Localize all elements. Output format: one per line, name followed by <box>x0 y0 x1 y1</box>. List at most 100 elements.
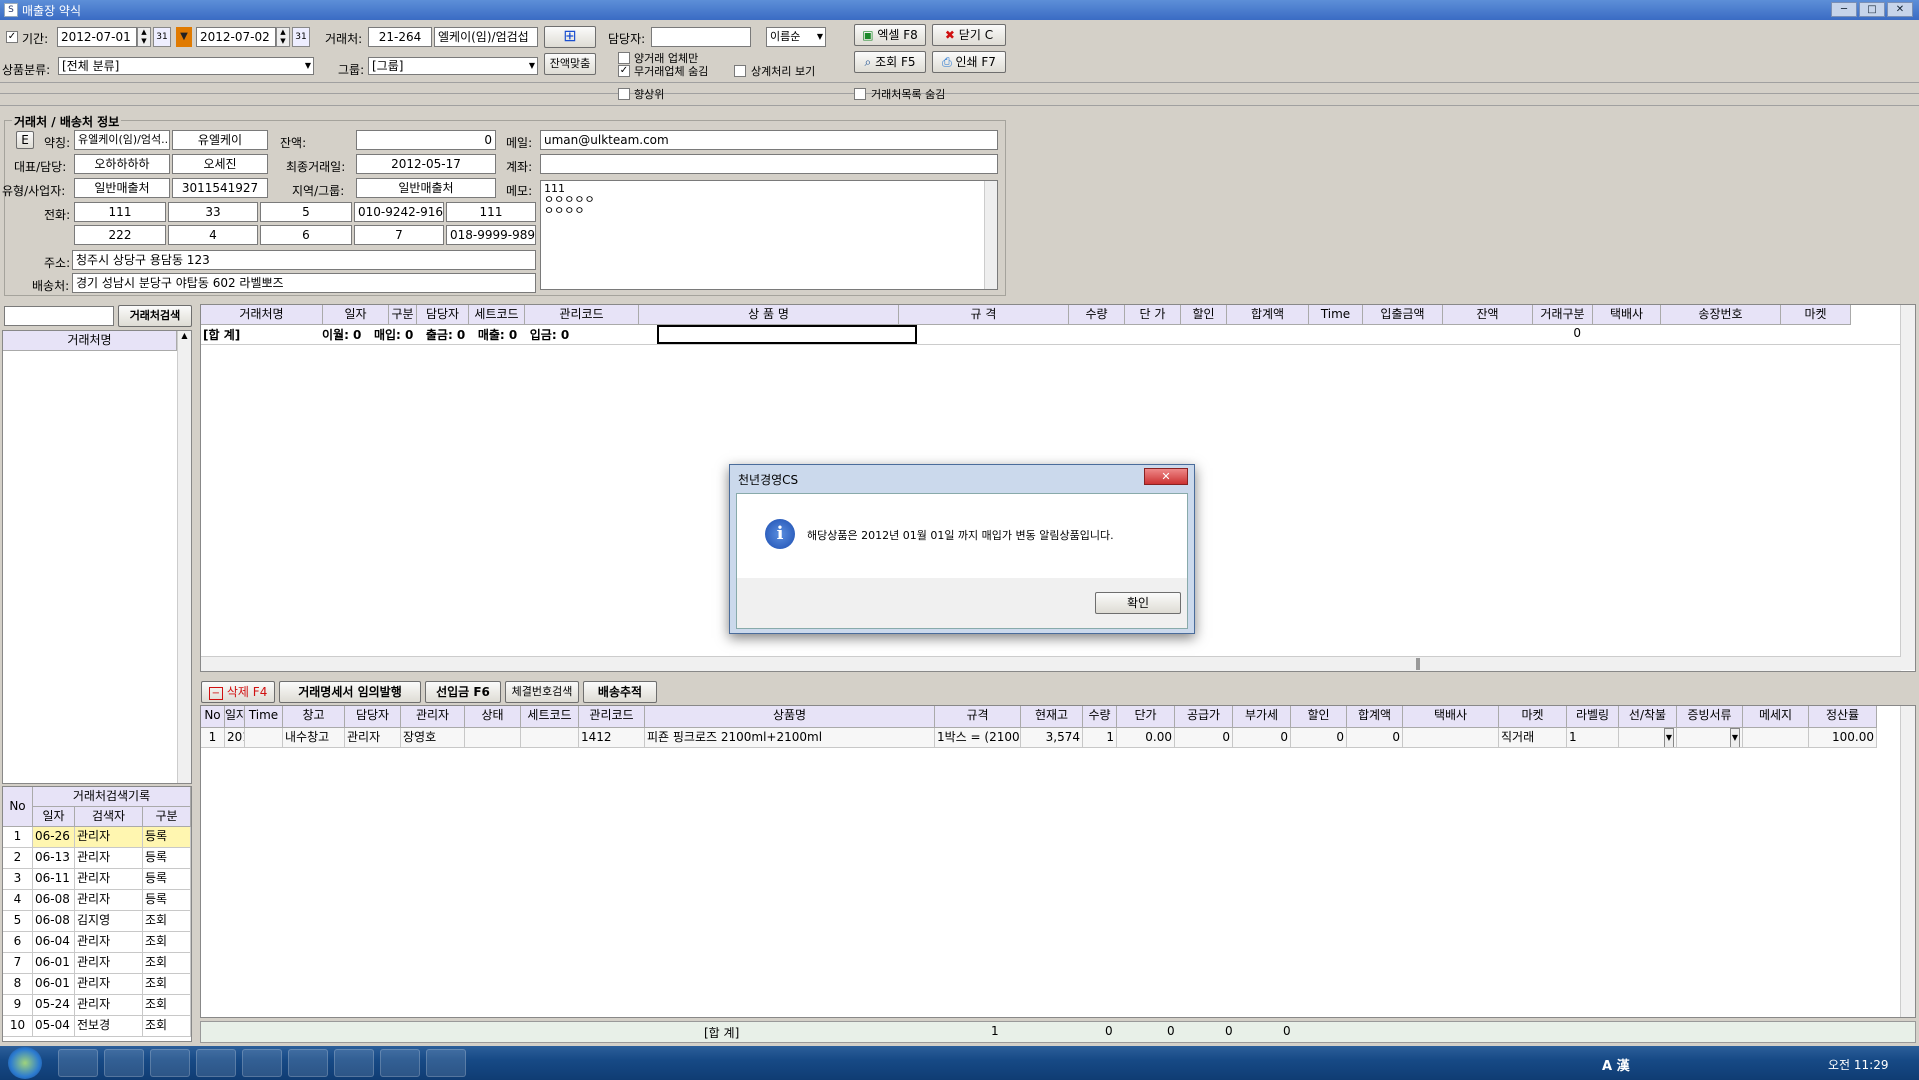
sales-col-header[interactable]: 거래구분 <box>1533 305 1593 325</box>
paint-icon[interactable] <box>426 1049 466 1077</box>
sales-col-header[interactable]: 마켓 <box>1781 305 1851 325</box>
detail-col-header[interactable]: 일자 <box>225 706 245 728</box>
detail-col-header[interactable]: 상태 <box>465 706 521 728</box>
date-from-input[interactable]: 2012-07-01 <box>57 27 137 47</box>
detail-col-header[interactable]: 관리코드 <box>579 706 645 728</box>
close-button[interactable]: ✖ 닫기 C <box>932 24 1006 46</box>
history-row[interactable]: 8 06-01 관리자 조회 <box>3 974 191 995</box>
detail-cell[interactable] <box>245 728 283 748</box>
detail-col-header[interactable]: No <box>201 706 225 728</box>
client-code-input[interactable]: 21-264 <box>368 27 432 47</box>
balance-fit-button[interactable]: 잔액맞춤 <box>544 53 596 75</box>
sales-grid-hscroll[interactable] <box>201 656 1901 671</box>
detail-cell[interactable]: 0 <box>1233 728 1291 748</box>
detail-col-header[interactable]: 합계액 <box>1347 706 1403 728</box>
detail-cell[interactable]: 0 <box>1347 728 1403 748</box>
phone-field[interactable]: 33 <box>168 202 258 222</box>
detail-cell[interactable]: 1박스 = (2100 <box>935 728 1021 748</box>
email-input[interactable]: uman@ulkteam.com <box>540 130 998 150</box>
detail-cell[interactable]: 1412 <box>579 728 645 748</box>
computer-icon[interactable] <box>150 1049 190 1077</box>
client-list-scrollbar[interactable]: ▲ <box>177 331 191 783</box>
detail-col-header[interactable]: Time <box>245 706 283 728</box>
detail-cell[interactable]: 0.00 <box>1117 728 1175 748</box>
sales-col-header[interactable]: 입출금액 <box>1363 305 1443 325</box>
memo-textarea[interactable]: 111 ㅇㅇㅇㅇㅇ ㅇㅇㅇㅇ <box>540 180 998 290</box>
history-row[interactable]: 3 06-11 관리자 등록 <box>3 869 191 890</box>
history-row[interactable]: 1 06-26 관리자 등록 <box>3 827 191 848</box>
history-row[interactable]: 7 06-01 관리자 조회 <box>3 953 191 974</box>
chat-icon[interactable] <box>288 1049 328 1077</box>
rep-input-2[interactable]: 오세진 <box>172 154 268 174</box>
track-delivery-button[interactable]: 배송추적 <box>583 681 657 703</box>
detail-col-header[interactable]: 상품명 <box>645 706 935 728</box>
detail-cell[interactable]: 0 <box>1291 728 1347 748</box>
history-row[interactable]: 6 06-04 관리자 조회 <box>3 932 191 953</box>
dialog-close-icon[interactable]: ✕ <box>1144 468 1188 485</box>
detail-cell[interactable]: 1 <box>1083 728 1117 748</box>
sales-col-header[interactable]: 관리코드 <box>525 305 639 325</box>
type-input-1[interactable]: 일반매출처 <box>74 178 170 198</box>
folder-icon[interactable] <box>104 1049 144 1077</box>
client-search-button[interactable]: 거래처검색 <box>118 305 192 327</box>
phone-field[interactable]: 111 <box>74 202 166 222</box>
detail-col-header[interactable]: 세트코드 <box>521 706 579 728</box>
sales-col-header[interactable]: 단 가 <box>1125 305 1181 325</box>
phone-field[interactable]: 4 <box>168 225 258 245</box>
hide-list-checkbox[interactable] <box>854 88 866 100</box>
app-window-icon[interactable] <box>196 1049 236 1077</box>
detail-col-header[interactable]: 증빙서류 <box>1677 706 1743 728</box>
last-trade-input[interactable]: 2012-05-17 <box>356 154 496 174</box>
phone-field[interactable]: 018-9999-9898 <box>446 225 536 245</box>
detail-cell[interactable]: 1 <box>201 728 225 748</box>
detail-col-header[interactable]: 마켓 <box>1499 706 1567 728</box>
calendar-app-icon[interactable] <box>242 1049 282 1077</box>
phone-field[interactable]: 111 <box>446 202 536 222</box>
close-window-icon[interactable]: ✕ <box>1887 2 1913 17</box>
detail-cell[interactable]: ▼ <box>1677 728 1743 748</box>
detail-col-header[interactable]: 공급가 <box>1175 706 1233 728</box>
detail-cell[interactable]: 피죤 핑크로즈 2100ml+2100ml <box>645 728 935 748</box>
sales-col-header[interactable]: 담당자 <box>417 305 469 325</box>
detail-col-header[interactable]: 현재고 <box>1021 706 1083 728</box>
region-input[interactable]: 일반매출처 <box>356 178 496 198</box>
date-from-spinner[interactable]: ▲ ▼ <box>137 27 151 47</box>
detail-cell[interactable]: 100.00 <box>1809 728 1877 748</box>
date-to-spinner[interactable]: ▲ ▼ <box>276 27 290 47</box>
detail-cell[interactable] <box>521 728 579 748</box>
client-list[interactable] <box>2 330 192 784</box>
phone-field[interactable]: 222 <box>74 225 166 245</box>
detail-cell[interactable]: 내수창고 <box>283 728 345 748</box>
excel-button[interactable]: ▣ 엑셀 F8 <box>854 24 926 46</box>
detail-col-header[interactable]: 선/착불 <box>1619 706 1677 728</box>
sales-col-header[interactable]: Time <box>1309 305 1363 325</box>
prepay-button[interactable]: 선입금 F6 <box>425 681 501 703</box>
start-button-icon[interactable] <box>8 1047 42 1079</box>
detail-cell[interactable]: ▼ <box>1619 728 1677 748</box>
add-client-button[interactable]: ⊞ <box>544 26 596 48</box>
date-arrow-icon[interactable]: ▼ <box>176 27 192 47</box>
account-input[interactable] <box>540 154 998 174</box>
hide-notrade-checkbox[interactable]: ✓ <box>618 65 630 77</box>
phone-field[interactable]: 7 <box>354 225 444 245</box>
tx-search-button[interactable]: 체결번호검색 <box>505 681 579 703</box>
detail-col-header[interactable]: 단가 <box>1117 706 1175 728</box>
alias-input-2[interactable]: 유엘케이 <box>172 130 268 150</box>
product-cell-focus[interactable] <box>657 325 917 344</box>
sales-col-header[interactable]: 택배사 <box>1593 305 1661 325</box>
detail-cell[interactable]: 3,574 <box>1021 728 1083 748</box>
chevron-down-icon[interactable]: ▼ <box>1663 728 1674 747</box>
sales-col-header[interactable]: 송장번호 <box>1661 305 1781 325</box>
detail-grid[interactable] <box>200 705 1916 1018</box>
edit-e-button[interactable]: E <box>16 131 34 149</box>
detail-col-header[interactable]: 부가세 <box>1233 706 1291 728</box>
date-to-input[interactable]: 2012-07-02 <box>196 27 276 47</box>
sales-col-header[interactable]: 규 격 <box>899 305 1069 325</box>
detail-cell[interactable]: 장영호 <box>401 728 465 748</box>
detail-cell[interactable] <box>465 728 521 748</box>
client-search-input[interactable] <box>4 306 114 326</box>
sales-col-header[interactable]: 할인 <box>1181 305 1227 325</box>
chevron-down-icon[interactable]: ▼ <box>1729 728 1740 747</box>
sales-col-header[interactable]: 잔액 <box>1443 305 1533 325</box>
detail-col-header[interactable]: 라벨링 <box>1567 706 1619 728</box>
